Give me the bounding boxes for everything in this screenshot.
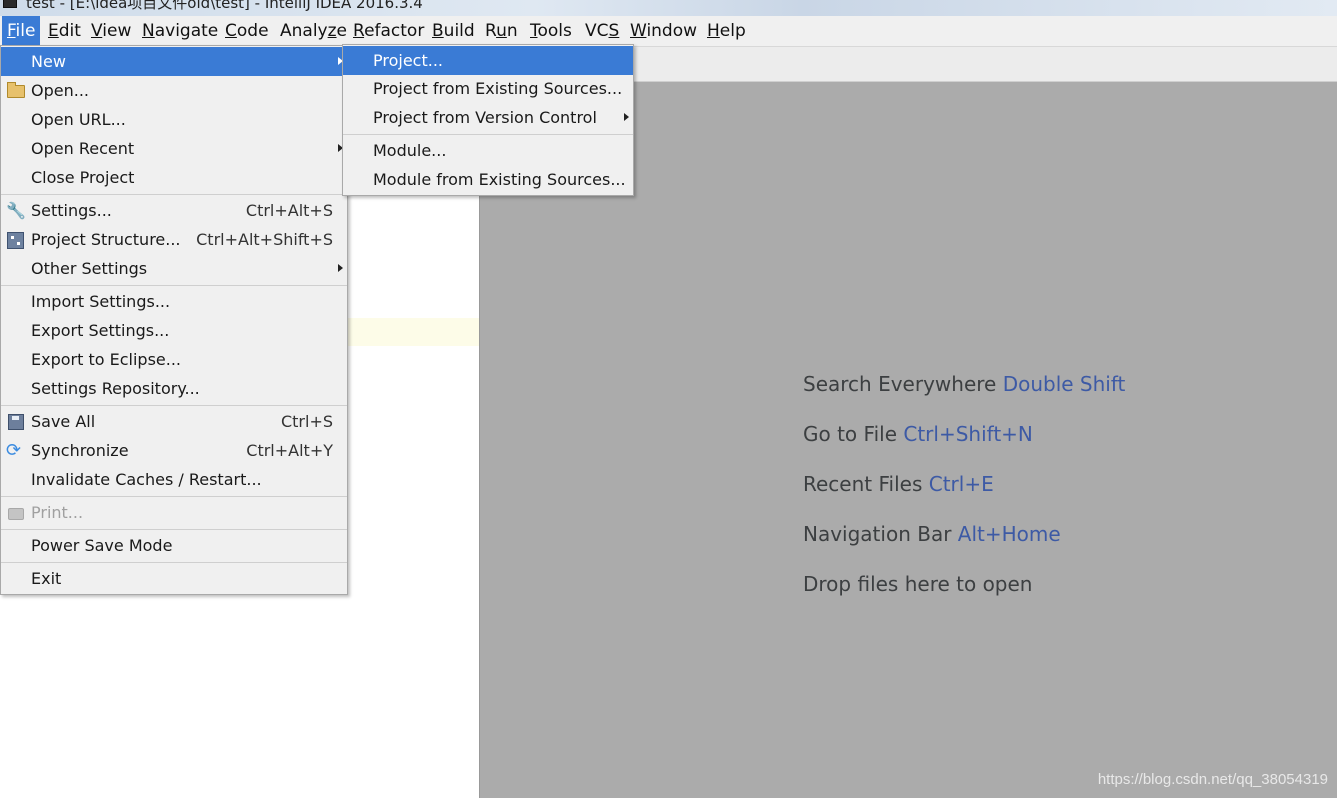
menu-code[interactable]: Code: [220, 16, 274, 46]
submenu-item-project-vcs[interactable]: Project from Version Control: [343, 103, 633, 132]
menu-separator: [343, 134, 633, 135]
shortcut-label: Ctrl+Alt+Shift+S: [196, 230, 333, 249]
menu-item-open-label: Open...: [31, 81, 89, 100]
submenu-item-project-existing-label: Project from Existing Sources...: [373, 79, 623, 98]
shortcut-label: Ctrl+Alt+Y: [246, 441, 333, 460]
menu-refactor[interactable]: Refactor: [348, 16, 429, 46]
menu-item-invalidate-caches[interactable]: Invalidate Caches / Restart...: [1, 465, 347, 494]
menu-item-import-settings-label: Import Settings...: [31, 292, 171, 311]
save-icon: [8, 414, 24, 430]
menu-item-project-structure[interactable]: Project Structure... Ctrl+Alt+Shift+S: [1, 225, 347, 254]
menu-edit[interactable]: Edit: [43, 16, 86, 46]
submenu-item-project-vcs-label: Project from Version Control: [373, 108, 597, 127]
menu-item-save-all-label: Save All: [31, 412, 96, 431]
shortcut-label: Ctrl+S: [280, 412, 333, 431]
menu-item-settings-label: Settings...: [31, 201, 112, 220]
menu-item-exit[interactable]: Exit: [1, 564, 347, 593]
menu-separator: [1, 496, 347, 497]
menu-item-export-eclipse-label: Export to Eclipse...: [31, 350, 181, 369]
hint-go-to-file: Go to File Ctrl+Shift+N: [803, 422, 1033, 446]
submenu-item-module-label: Module...: [373, 141, 447, 160]
window-titlebar: test - [E:\idea项目文件old\test] - IntelliJ …: [0, 0, 1337, 16]
menu-item-synchronize-label: Synchronize: [31, 441, 129, 460]
menu-item-synchronize[interactable]: ⟳ Synchronize Ctrl+Alt+Y: [1, 436, 347, 465]
menu-item-settings[interactable]: 🔧 Settings... Ctrl+Alt+S: [1, 196, 347, 225]
menu-item-export-settings-label: Export Settings...: [31, 321, 170, 340]
menu-separator: [1, 194, 347, 195]
sync-icon: ⟳: [6, 440, 22, 461]
hint-search-everywhere: Search Everywhere Double Shift: [803, 372, 1126, 396]
hint-navigation-bar: Navigation Bar Alt+Home: [803, 522, 1061, 546]
menu-analyze[interactable]: Analyze: [275, 16, 352, 46]
menu-item-new-label: New: [31, 52, 66, 71]
menu-item-close-project-label: Close Project: [31, 168, 135, 187]
menu-item-export-eclipse[interactable]: Export to Eclipse...: [1, 345, 347, 374]
menu-separator: [1, 562, 347, 563]
menu-item-print: Print...: [1, 498, 347, 527]
menu-item-save-all[interactable]: Save All Ctrl+S: [1, 407, 347, 436]
menu-help[interactable]: Help: [702, 16, 751, 46]
menu-item-settings-repository-label: Settings Repository...: [31, 379, 200, 398]
submenu-item-module-existing-label: Module from Existing Sources...: [373, 170, 626, 189]
menu-navigate[interactable]: Navigate: [137, 16, 223, 46]
menu-item-project-structure-label: Project Structure...: [31, 230, 181, 249]
menu-item-other-settings-label: Other Settings: [31, 259, 148, 278]
menu-item-invalidate-caches-label: Invalidate Caches / Restart...: [31, 470, 262, 489]
shortcut-label: Ctrl+Alt+S: [245, 201, 333, 220]
print-icon: [8, 508, 24, 520]
submenu-item-project-label: Project...: [373, 51, 443, 70]
folder-icon: [7, 82, 25, 98]
app-icon: [3, 0, 17, 8]
menu-item-open[interactable]: Open...: [1, 76, 347, 105]
menu-vcs[interactable]: VCS: [580, 16, 624, 46]
new-submenu: Project... Project from Existing Sources…: [342, 44, 634, 196]
menu-item-export-settings[interactable]: Export Settings...: [1, 316, 347, 345]
hint-recent-files: Recent Files Ctrl+E: [803, 472, 994, 496]
menu-item-settings-repository[interactable]: Settings Repository...: [1, 374, 347, 403]
menu-tools[interactable]: Tools: [525, 16, 577, 46]
menu-item-print-label: Print...: [31, 503, 84, 522]
menu-item-open-url[interactable]: Open URL...: [1, 105, 347, 134]
caret-row-highlight: [346, 318, 479, 346]
menu-item-open-url-label: Open URL...: [31, 110, 126, 129]
menu-view[interactable]: View: [86, 16, 136, 46]
menu-separator: [1, 529, 347, 530]
menu-separator: [1, 285, 347, 286]
window-title: test - [E:\idea项目文件old\test] - IntelliJ …: [26, 0, 423, 12]
project-structure-icon: [7, 232, 24, 249]
submenu-item-project[interactable]: Project...: [343, 46, 633, 75]
menu-file[interactable]: File: [2, 16, 41, 46]
menu-build[interactable]: Build: [427, 16, 480, 46]
menu-window[interactable]: Window: [625, 16, 702, 46]
hint-drop-files: Drop files here to open: [803, 572, 1033, 596]
menu-separator: [1, 405, 347, 406]
menu-item-open-recent-label: Open Recent: [31, 139, 135, 158]
menu-item-power-save-mode-label: Power Save Mode: [31, 536, 173, 555]
submenu-item-module-existing[interactable]: Module from Existing Sources...: [343, 165, 633, 194]
wrench-icon: 🔧: [6, 201, 26, 220]
menu-item-new[interactable]: New: [1, 47, 347, 76]
menu-run[interactable]: Run: [480, 16, 523, 46]
menu-item-close-project[interactable]: Close Project: [1, 163, 347, 192]
submenu-arrow-icon: [624, 113, 629, 121]
menu-item-import-settings[interactable]: Import Settings...: [1, 287, 347, 316]
menu-item-open-recent[interactable]: Open Recent: [1, 134, 347, 163]
menu-item-other-settings[interactable]: Other Settings: [1, 254, 347, 283]
submenu-item-module[interactable]: Module...: [343, 136, 633, 165]
watermark: https://blog.csdn.net/qq_38054319: [1097, 771, 1328, 788]
menu-item-exit-label: Exit: [31, 569, 62, 588]
menu-item-power-save-mode[interactable]: Power Save Mode: [1, 531, 347, 560]
file-menu: New Open... Open URL... Open Recent Clos…: [0, 45, 348, 595]
menubar: File Edit View Navigate Code Analyze Ref…: [0, 16, 1337, 47]
submenu-arrow-icon: [338, 264, 343, 272]
submenu-item-project-existing[interactable]: Project from Existing Sources...: [343, 74, 633, 103]
